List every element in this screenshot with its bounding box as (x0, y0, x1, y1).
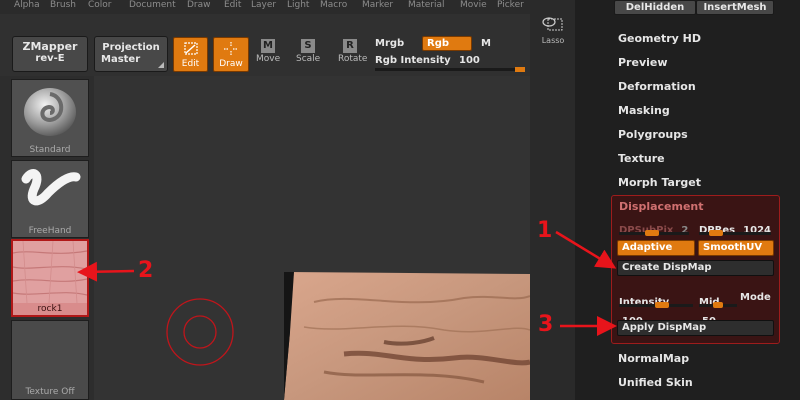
corner-triangle-icon (158, 62, 164, 68)
lasso-label: Lasso (541, 36, 565, 45)
right-tool-strip: Lasso (530, 0, 575, 400)
brush-name: FreeHand (28, 226, 72, 236)
menu-alpha[interactable]: Alpha (14, 0, 40, 11)
draw-label: Draw (219, 59, 243, 69)
displacement-title[interactable]: Displacement (619, 200, 704, 213)
menu-layer[interactable]: Layer (251, 0, 276, 11)
menu-light[interactable]: Light (287, 0, 309, 11)
m-toggle[interactable]: M (481, 38, 491, 49)
mode-toggle[interactable]: Mode (740, 292, 771, 303)
dpres-knob (709, 230, 723, 236)
zmapper-version: rev-E (35, 53, 65, 64)
insert-mesh-button[interactable]: InsertMesh (696, 0, 774, 15)
del-hidden-button[interactable]: DelHidden (614, 0, 696, 15)
zmapper-label: ZMapper (22, 40, 78, 53)
dpsubpix-knob (645, 230, 659, 236)
brush-cursor-icon (166, 298, 234, 366)
canvas[interactable] (94, 76, 530, 400)
menu-color[interactable]: Color (88, 0, 112, 11)
brush-name: Standard (29, 145, 71, 155)
mrgb-toggle[interactable]: Mrgb (375, 38, 404, 49)
adaptive-button[interactable]: Adaptive (617, 240, 695, 256)
rgb-toggle[interactable]: Rgb (422, 36, 472, 51)
edit-button[interactable]: Edit (173, 37, 208, 72)
zmapper-button[interactable]: ZMapper rev-E (12, 36, 88, 72)
menu-material[interactable]: Material (408, 0, 445, 11)
rotate-icon: R (343, 39, 357, 53)
menu-geometry-hd[interactable]: Geometry HD (618, 32, 701, 45)
brush-name: Texture Off (25, 387, 75, 397)
menu-morph-target[interactable]: Morph Target (618, 176, 701, 189)
menu-preview[interactable]: Preview (618, 56, 668, 69)
annotation-number-2: 2 (138, 258, 154, 283)
draw-crosshair-icon (224, 42, 238, 56)
menu-picker[interactable]: Picker (497, 0, 524, 11)
rgb-intensity-slider[interactable]: Rgb Intensity 100 (375, 54, 527, 74)
apply-dispmap-button[interactable]: Apply DispMap (617, 320, 774, 336)
projection-master-button[interactable]: Projection Master (94, 36, 168, 72)
edit-label: Edit (181, 59, 200, 69)
menu-draw[interactable]: Draw (187, 0, 211, 11)
scale-label: Scale (296, 54, 321, 64)
rock-texture-icon (12, 240, 88, 304)
move-icon: M (261, 39, 275, 53)
menu-brush[interactable]: Brush (50, 0, 76, 11)
menu-bar: Alpha Brush Color Document Draw Edit Lay… (0, 0, 530, 14)
menu-polygroups[interactable]: Polygroups (618, 128, 688, 141)
edit-mode-icon (183, 42, 198, 55)
intensity-slider[interactable]: Intensity 100 (619, 290, 695, 327)
rgb-intensity-value: 100 (459, 55, 480, 66)
menu-movie[interactable]: Movie (460, 0, 487, 11)
create-dispmap-button[interactable]: Create DispMap (617, 260, 774, 276)
draw-button[interactable]: Draw (213, 37, 249, 72)
dpsubpix-slider[interactable]: DPSubPix 2 (619, 218, 694, 236)
menu-document[interactable]: Document (129, 0, 176, 11)
menu-marker[interactable]: Marker (362, 0, 393, 11)
brush-standard[interactable]: Standard (11, 79, 89, 157)
displacement-panel: Displacement DPSubPix 2 DPRes 1024 Adapt… (611, 195, 780, 344)
rgb-intensity-label: Rgb Intensity (375, 55, 451, 66)
lasso-button[interactable]: Lasso (536, 16, 570, 45)
brush-freehand[interactable]: FreeHand (11, 160, 89, 238)
menu-texture[interactable]: Texture (618, 152, 665, 165)
brush-rock1[interactable]: rock1 (11, 239, 89, 317)
rgb-intensity-knob (515, 67, 525, 72)
menu-masking[interactable]: Masking (618, 104, 670, 117)
freehand-brush-icon (21, 169, 81, 206)
brush-palette: Standard FreeHand rock1 Texture Off (0, 76, 94, 400)
lasso-icon (542, 17, 563, 31)
scale-button[interactable]: S Scale (296, 39, 320, 64)
rotate-button[interactable]: R Rotate (338, 39, 368, 64)
standard-brush-icon (24, 88, 76, 136)
menu-macro[interactable]: Macro (320, 0, 347, 11)
brush-name: rock1 (37, 304, 63, 314)
brush-texture-off[interactable]: Texture Off (11, 320, 89, 400)
master-label: Master (101, 54, 141, 65)
dpres-slider[interactable]: DPRes 1024 (699, 218, 775, 236)
panel-gap (575, 0, 610, 400)
menu-unified-skin[interactable]: Unified Skin (618, 376, 693, 389)
rgb-intensity-track (375, 68, 525, 71)
displaced-rock-surface (284, 272, 530, 400)
toolbar: ZMapper rev-E Projection Master Edit Dra… (0, 14, 530, 76)
menu-normalmap[interactable]: NormalMap (618, 352, 689, 365)
menu-deformation[interactable]: Deformation (618, 80, 696, 93)
annotation-number-3: 3 (538, 312, 554, 337)
annotation-number-1: 1 (537, 218, 553, 243)
scale-icon: S (301, 39, 315, 53)
intensity-knob (655, 302, 669, 308)
rotate-label: Rotate (338, 54, 368, 64)
smooth-uv-button[interactable]: SmoothUV (698, 240, 774, 256)
menu-edit[interactable]: Edit (224, 0, 241, 11)
mid-slider[interactable]: Mid 50 (699, 290, 739, 327)
mid-knob (713, 302, 723, 308)
move-button[interactable]: M Move (256, 39, 280, 64)
move-label: Move (256, 54, 281, 64)
projection-label: Projection (102, 42, 160, 53)
